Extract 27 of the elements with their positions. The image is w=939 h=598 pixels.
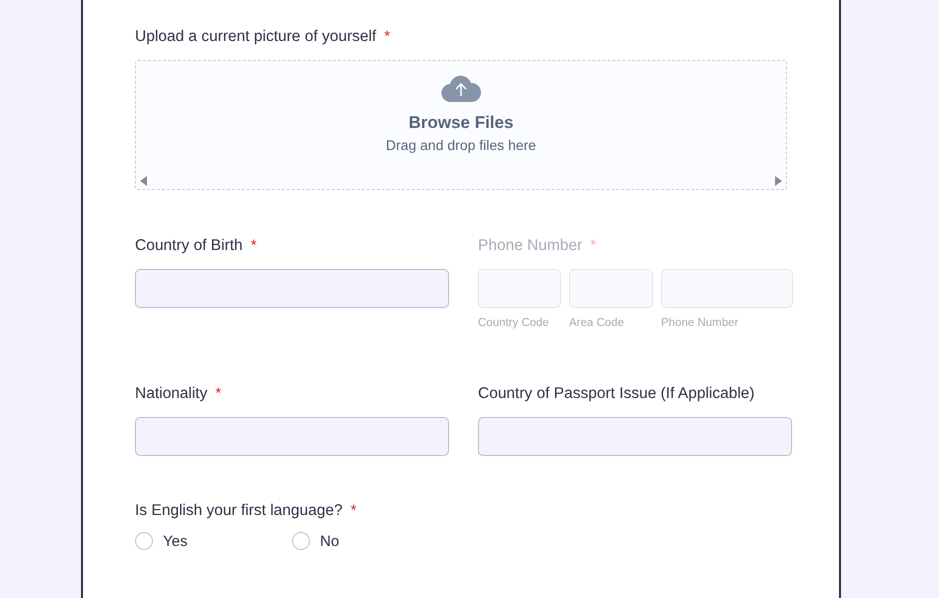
scroll-left-icon[interactable] xyxy=(140,176,148,186)
sublabel: Area Code xyxy=(569,317,625,329)
question-label: Is English your first language? xyxy=(135,502,343,520)
required-mark: * xyxy=(590,237,596,254)
required-mark: * xyxy=(350,502,356,519)
radio-label: No xyxy=(320,532,340,550)
field-label: Phone Number xyxy=(478,237,582,255)
browse-files-link[interactable]: Browse Files xyxy=(408,113,514,133)
sublabel: Phone Number xyxy=(661,317,740,329)
scroll-right-icon[interactable] xyxy=(774,176,782,186)
field-label: Country of Birth xyxy=(135,237,243,255)
cloud-upload-icon xyxy=(441,75,481,103)
file-dropzone[interactable]: Browse Files Drag and drop files here xyxy=(135,60,787,190)
sublabel: Country Code xyxy=(478,317,550,329)
text-input[interactable] xyxy=(135,417,449,456)
text-input[interactable] xyxy=(478,417,792,456)
field-label: Country of Passport Issue (If Applicable) xyxy=(478,385,755,403)
field-label: Nationality xyxy=(135,385,208,403)
required-mark: * xyxy=(250,237,257,254)
required-mark: * xyxy=(215,385,222,402)
text-input[interactable] xyxy=(135,269,449,308)
radio-button[interactable] xyxy=(135,532,153,550)
radio-label: Yes xyxy=(163,532,188,550)
radio-button[interactable] xyxy=(292,532,310,550)
field-label: Upload a current picture of yourself xyxy=(135,28,376,46)
dropzone-hint: Drag and drop files here xyxy=(386,137,536,153)
required-mark: * xyxy=(384,28,390,45)
